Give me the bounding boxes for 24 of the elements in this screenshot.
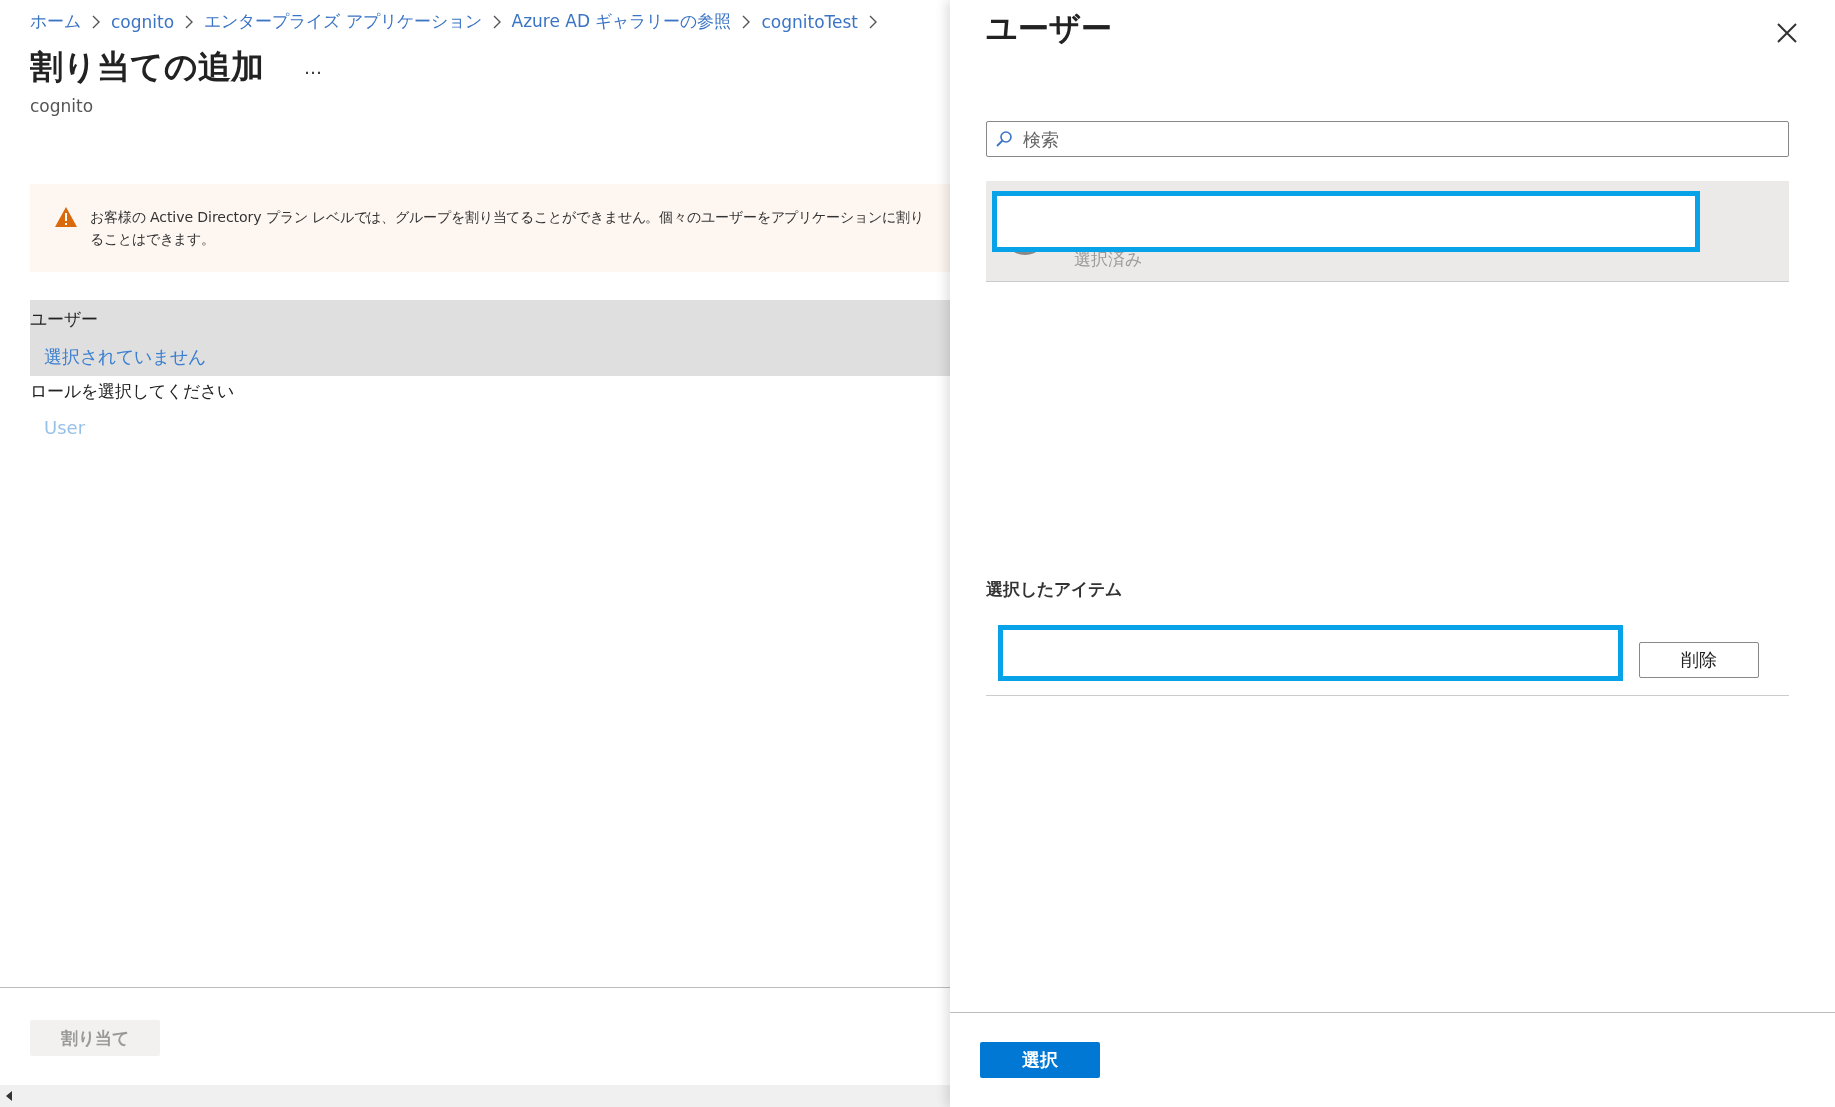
- users-link[interactable]: 選択されていません: [44, 345, 206, 369]
- close-icon[interactable]: [1775, 21, 1799, 45]
- breadcrumb-link[interactable]: cognito: [111, 11, 175, 32]
- selected-heading: 選択したアイテム: [986, 578, 1123, 601]
- breadcrumb-link[interactable]: cognitoTest: [761, 11, 859, 32]
- role-label: ロールを選択してください: [30, 380, 235, 403]
- select-button[interactable]: 選択: [980, 1042, 1100, 1078]
- breadcrumb-link[interactable]: エンタープライズ アプリケーション: [204, 10, 482, 33]
- panel-title: ユーザー: [986, 9, 1112, 48]
- warning-text: お客様の Active Directory プラン レベルでは、グループを割り当てることができません。個々のユーザーをアプリケーションに割り: [90, 208, 924, 227]
- search-icon: [995, 130, 1013, 148]
- breadcrumb-link[interactable]: Azure AD ギャラリーの参照: [511, 10, 732, 33]
- scroll-left-icon[interactable]: [6, 1091, 12, 1101]
- page-subtitle: cognito: [30, 96, 95, 116]
- warning-icon: [54, 206, 78, 228]
- remove-button[interactable]: 削除: [1639, 642, 1759, 678]
- users-label: ユーザー: [30, 308, 99, 331]
- warning-text: ることはできます。: [90, 230, 217, 249]
- page-title: 割り当ての追加: [30, 46, 264, 88]
- more-button[interactable]: …: [304, 57, 322, 78]
- scroll-bar[interactable]: [0, 1085, 950, 1107]
- breadcrumb-link[interactable]: ホーム: [30, 10, 81, 33]
- search-field[interactable]: 検索: [986, 121, 1789, 157]
- chevron-right-icon: [90, 14, 102, 29]
